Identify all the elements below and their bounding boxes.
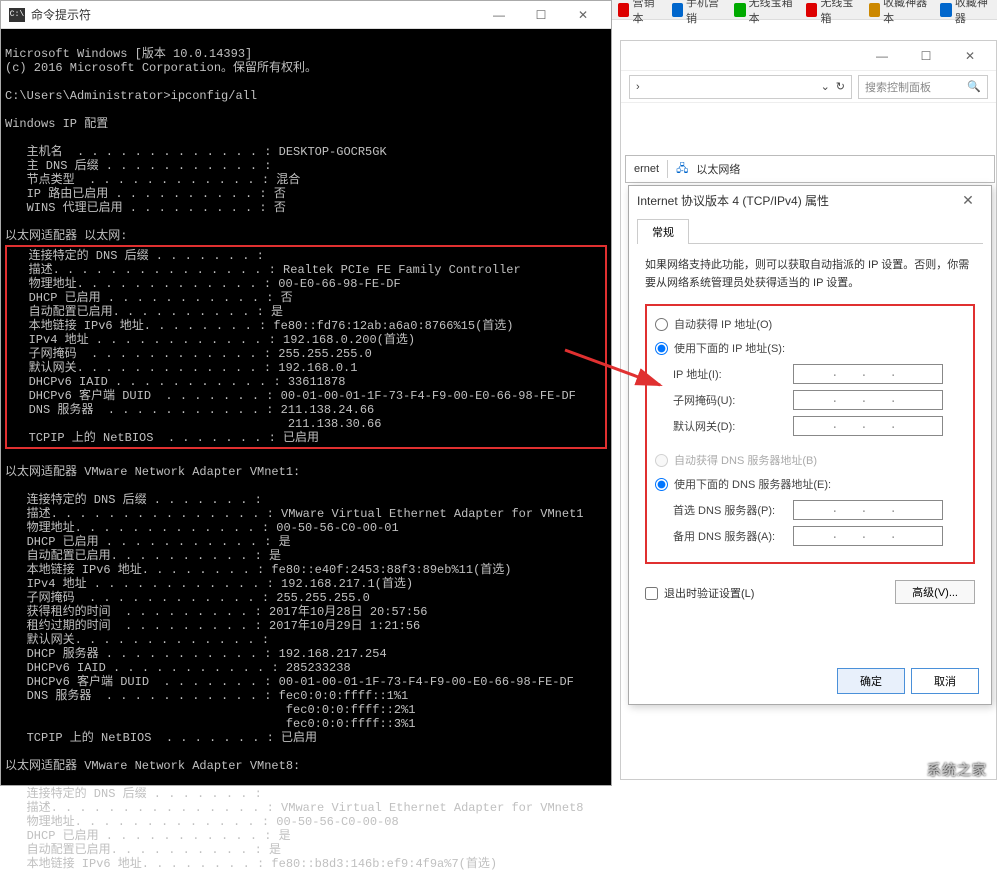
- dropdown-icon[interactable]: ⌄: [821, 80, 830, 93]
- maximize-button[interactable]: ☐: [904, 43, 948, 69]
- close-button[interactable]: ✕: [948, 43, 992, 69]
- dns1-input[interactable]: . . .: [793, 500, 943, 520]
- cmd-icon: C:\: [9, 8, 25, 22]
- dlg-description: 如果网络支持此功能，则可以获取自动指派的 IP 设置。否则，你需要从网络系统管理…: [645, 256, 975, 292]
- cp-search-input[interactable]: 搜索控制面板🔍: [858, 75, 988, 99]
- ip-input[interactable]: . . .: [793, 364, 943, 384]
- dlg-footer: 确定 取消: [837, 668, 979, 694]
- cmd-highlight-box: 连接特定的 DNS 后缀 . . . . . . . : 描述. . . . .…: [5, 245, 607, 449]
- bookmark-icon: [869, 3, 881, 17]
- refresh-icon[interactable]: ↻: [836, 80, 845, 93]
- bookmark-item[interactable]: 收藏神器: [934, 0, 997, 26]
- bookmarks-bar: 营销本 手机营销 无线宝箱本 无线宝箱 收藏神器本 收藏神器: [612, 0, 997, 20]
- cmd-output-top: Microsoft Windows [版本 10.0.14393] (c) 20…: [5, 47, 387, 243]
- dlg-title: Internet 协议版本 4 (TCP/IPv4) 属性: [637, 192, 953, 209]
- dlg-tabs: 常规: [637, 218, 983, 244]
- bookmark-item[interactable]: 无线宝箱: [800, 0, 863, 26]
- bookmark-icon: [806, 3, 818, 17]
- dns1-label: 首选 DNS 服务器(P):: [673, 502, 793, 518]
- validate-checkbox[interactable]: 退出时验证设置(L): [645, 585, 754, 601]
- bookmark-icon: [734, 3, 746, 17]
- close-button[interactable]: ✕: [563, 4, 603, 26]
- gateway-input[interactable]: . . .: [793, 416, 943, 436]
- network-item[interactable]: 以太网络: [696, 161, 740, 177]
- bookmark-item[interactable]: 营销本: [612, 0, 666, 26]
- chevron-right-icon: ›: [636, 81, 640, 93]
- cancel-button[interactable]: 取消: [911, 668, 979, 694]
- gateway-label: 默认网关(D):: [673, 418, 793, 434]
- cmd-output-highlighted: 连接特定的 DNS 后缀 . . . . . . . : 描述. . . . .…: [7, 249, 576, 445]
- dlg-body: 如果网络支持此功能，则可以获取自动指派的 IP 设置。否则，你需要从网络系统管理…: [629, 244, 991, 616]
- bookmark-icon: [940, 3, 952, 17]
- ok-button[interactable]: 确定: [837, 668, 905, 694]
- minimize-button[interactable]: —: [479, 4, 519, 26]
- cp-address-row: › ⌄ ↻ 搜索控制面板🔍: [621, 71, 996, 103]
- radio-manual-dns[interactable]: 使用下面的 DNS 服务器地址(E):: [655, 476, 965, 492]
- dlg-settings-group: 自动获得 IP 地址(O) 使用下面的 IP 地址(S): IP 地址(I):.…: [645, 304, 975, 564]
- radio-auto-dns: 自动获得 DNS 服务器地址(B): [655, 452, 965, 468]
- mask-label: 子网掩码(U):: [673, 392, 793, 408]
- cmd-titlebar[interactable]: C:\ 命令提示符 — ☐ ✕: [1, 1, 611, 29]
- cmd-output-rest: 以太网适配器 VMware Network Adapter VMnet1: 连接…: [5, 465, 584, 871]
- network-label: ernet: [634, 163, 659, 175]
- dlg-titlebar[interactable]: Internet 协议版本 4 (TCP/IPv4) 属性 ✕: [629, 186, 991, 214]
- network-connections-row: ernet 🖧 以太网络: [625, 155, 995, 183]
- cmd-body[interactable]: Microsoft Windows [版本 10.0.14393] (c) 20…: [1, 29, 611, 889]
- bookmark-item[interactable]: 收藏神器本: [863, 0, 935, 26]
- bookmark-icon: [672, 3, 684, 17]
- bookmark-item[interactable]: 手机营销: [666, 0, 729, 26]
- cmd-window: C:\ 命令提示符 — ☐ ✕ Microsoft Windows [版本 10…: [0, 0, 612, 786]
- radio-auto-ip[interactable]: 自动获得 IP 地址(O): [655, 316, 965, 332]
- radio-manual-ip[interactable]: 使用下面的 IP 地址(S):: [655, 340, 965, 356]
- watermark: 系统之家: [927, 760, 987, 780]
- tab-general[interactable]: 常规: [637, 219, 689, 244]
- close-button[interactable]: ✕: [953, 189, 983, 211]
- tcpip-properties-dialog: Internet 协议版本 4 (TCP/IPv4) 属性 ✕ 常规 如果网络支…: [628, 185, 992, 705]
- bookmark-item[interactable]: 无线宝箱本: [728, 0, 800, 26]
- advanced-button[interactable]: 高级(V)...: [895, 580, 975, 604]
- cmd-title: 命令提示符: [31, 6, 479, 23]
- dns2-input[interactable]: . . .: [793, 526, 943, 546]
- maximize-button[interactable]: ☐: [521, 4, 561, 26]
- bookmark-icon: [618, 3, 629, 17]
- cp-titlebar[interactable]: — ☐ ✕: [621, 41, 996, 71]
- cp-address-input[interactable]: › ⌄ ↻: [629, 75, 852, 99]
- minimize-button[interactable]: —: [860, 43, 904, 69]
- ip-label: IP 地址(I):: [673, 366, 793, 382]
- search-icon: 🔍: [967, 80, 981, 93]
- dns2-label: 备用 DNS 服务器(A):: [673, 528, 793, 544]
- mask-input[interactable]: . . .: [793, 390, 943, 410]
